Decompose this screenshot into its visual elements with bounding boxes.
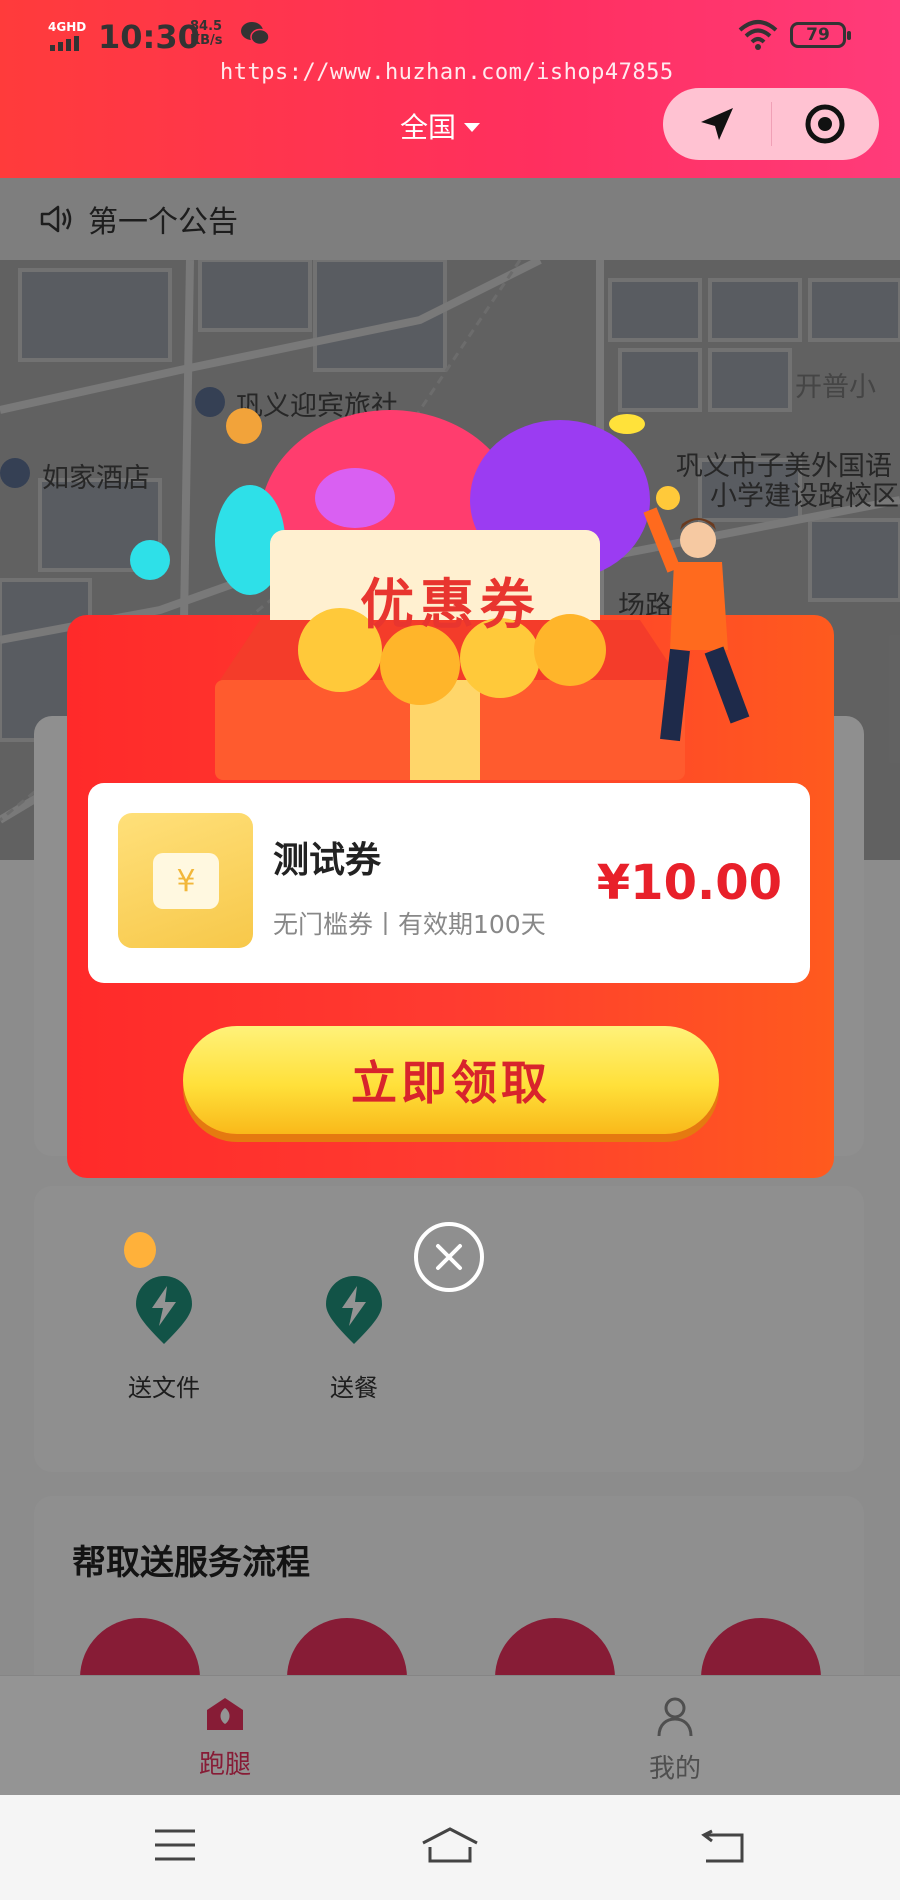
- app-header: 4GHD 10:30 84.5 KB/s 79 https://www.huzha…: [0, 0, 900, 178]
- target-circle-icon: [805, 104, 845, 144]
- ticket-yen-icon: ¥: [118, 813, 253, 948]
- navigation-arrow-icon: [700, 108, 733, 140]
- coupon-banner-title: 优惠券: [360, 573, 540, 636]
- header-capsule: [663, 88, 879, 160]
- coupon-amount: ¥10.00: [596, 855, 782, 911]
- coupon-name: 测试券: [273, 840, 382, 881]
- network-speed: 84.5 KB/s: [190, 19, 223, 48]
- clock: 10:30: [98, 18, 200, 56]
- region-label: 全国: [400, 111, 457, 144]
- wechat-icon: [241, 22, 270, 46]
- network-type: 4GHD: [48, 20, 87, 34]
- menu-icon[interactable]: [153, 1827, 197, 1863]
- celebrating-person-illustration: [643, 507, 750, 742]
- watermark: https://www.huzhan.com/ishop47855: [220, 60, 674, 85]
- svg-text:¥: ¥: [176, 864, 195, 899]
- claim-now-button[interactable]: 立即领取: [183, 1026, 719, 1134]
- coupon-description: 无门槛券丨有效期100天: [273, 910, 546, 939]
- signal-icon: [50, 36, 79, 51]
- caret-down-icon: [464, 122, 481, 132]
- status-bar: 4GHD 10:30 84.5 KB/s 79: [0, 14, 900, 64]
- close-popup-button[interactable]: [414, 1222, 484, 1292]
- close-icon: [436, 1244, 462, 1270]
- locate-button[interactable]: [663, 88, 771, 160]
- coupon-card: ¥ 测试券 无门槛券丨有效期100天 ¥10.00: [88, 783, 810, 983]
- battery-indicator: 79: [790, 22, 851, 48]
- wifi-icon: [738, 20, 778, 50]
- target-button[interactable]: [772, 88, 880, 160]
- home-icon[interactable]: [420, 1825, 480, 1865]
- region-selector[interactable]: 全国: [400, 106, 481, 146]
- system-nav-bar: [0, 1795, 900, 1900]
- back-icon[interactable]: [700, 1825, 746, 1865]
